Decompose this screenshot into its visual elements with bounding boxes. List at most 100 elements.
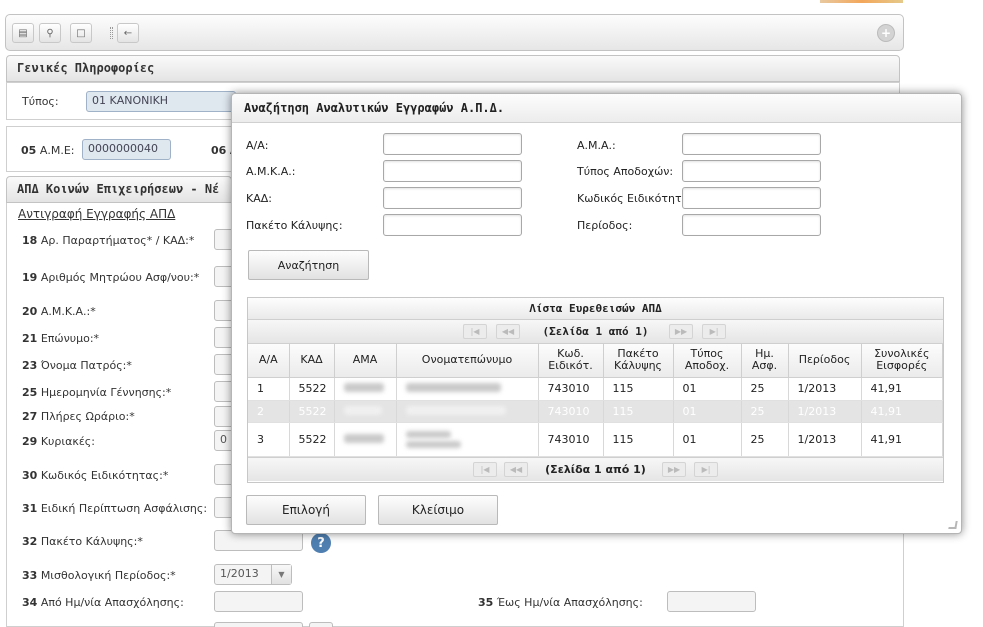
col-aa[interactable]: Α/Α — [248, 344, 290, 378]
cell-period: 1/2013 — [788, 377, 862, 401]
search-apd-records-dialog: Αναζήτηση Αναλυτικών Εγγραφών Α.Π.Δ. Α/Α… — [231, 93, 962, 534]
cell-ama — [334, 377, 397, 401]
specialty-code-label: Κωδικός Ειδικότητας: — [577, 192, 700, 205]
field-33-label: 33 Μισθολογική Περίοδος:* — [22, 569, 176, 582]
redacted-name — [405, 383, 501, 392]
col-period[interactable]: Περίοδος — [788, 344, 862, 378]
col-specialty-code[interactable]: Κωδ. Ειδικότ. — [538, 344, 604, 378]
cell-ama — [334, 422, 397, 457]
cell-aa: 3 — [248, 422, 290, 457]
field-32-label: 32 Πακέτο Κάλυψης:* — [22, 535, 143, 548]
next-page-icon[interactable]: ▶▶ — [669, 324, 693, 339]
cell-package: 115 — [603, 422, 674, 457]
ama-input[interactable] — [682, 133, 821, 155]
cell-specialty-code: 743010 — [538, 400, 604, 423]
search-icon[interactable]: ⚲ — [39, 23, 61, 43]
field-30-label: 30 Κωδικός Ειδικότητας:* — [22, 469, 169, 482]
cell-kad: 5522 — [289, 400, 335, 423]
last-page-icon[interactable]: ▶| — [694, 461, 718, 477]
col-ama[interactable]: ΑΜΑ — [334, 344, 397, 378]
search-button[interactable]: Αναζήτηση — [248, 250, 369, 280]
chevron-down-icon[interactable]: ▼ — [271, 565, 291, 584]
kad-input[interactable] — [383, 187, 522, 209]
redacted-name-line2 — [405, 440, 461, 448]
field-35-input[interactable] — [667, 591, 756, 612]
new-document-icon[interactable]: □ — [70, 23, 92, 43]
dialog-title: Αναζήτηση Αναλυτικών Εγγραφών Α.Π.Δ. — [232, 94, 961, 123]
col-fullname[interactable]: Ονοματεπώνυμο — [396, 344, 539, 378]
kad-label: ΚΑΔ: — [246, 192, 272, 205]
table-row[interactable]: 1 5522 743010 115 01 25 1/2013 41,91 — [248, 377, 943, 401]
field-19-label: 19 Αριθμός Μητρώου Ασφ/νου:* — [22, 271, 200, 284]
specialty-code-input[interactable] — [682, 187, 821, 209]
help-icon[interactable]: ? — [311, 533, 331, 553]
redacted-ama — [343, 433, 384, 443]
cell-insured-days: 25 — [741, 377, 789, 401]
package-label: Πακέτο Κάλυψης: — [246, 219, 343, 232]
amka-input[interactable] — [383, 160, 522, 182]
cell-earnings-type: 01 — [673, 377, 742, 401]
copy-record-link[interactable]: Αντιγραφή Εγγραφής ΑΠΔ — [18, 207, 175, 221]
cell-earnings-type: 01 — [673, 400, 742, 423]
cell-aa: 2 — [248, 400, 290, 423]
select-button[interactable]: Επιλογή — [246, 495, 366, 525]
toolbar-separator — [110, 27, 113, 39]
next-field-input[interactable] — [214, 622, 303, 627]
section-general-header: Γενικές Πληροφορίες — [6, 55, 900, 82]
field-21-label: 21 Επώνυμο:* — [22, 332, 100, 345]
redacted-name-line1 — [405, 430, 451, 438]
field-34-input[interactable] — [214, 591, 303, 612]
ame-panel: 05 Α.Μ.Ε: 0000000040 06 Α — [6, 126, 237, 172]
grid-top-pager: |◀ ◀◀ (Σελίδα 1 από 1) ▶▶ ▶| — [248, 320, 943, 344]
col-kad[interactable]: ΚΑΔ — [289, 344, 335, 378]
field-31-label: 31 Ειδική Περίπτωση Ασφάλισης: — [22, 502, 208, 515]
cell-fullname — [396, 377, 539, 401]
redacted-name — [405, 405, 506, 415]
col-earnings-type[interactable]: Τύπος Αποδοχ. — [673, 344, 742, 378]
table-row[interactable]: 3 5522 743010 115 01 25 1/2013 41,91 — [248, 422, 943, 457]
add-circle-icon[interactable]: + — [877, 24, 895, 42]
close-button[interactable]: Κλείσιμο — [378, 495, 498, 525]
amka-label: Α.Μ.Κ.Α.: — [246, 165, 296, 178]
field-18-label: 18 Αρ. Παραρτήματος* / ΚΑΔ:* — [22, 234, 195, 247]
period-input[interactable] — [682, 214, 821, 236]
col-package[interactable]: Πακέτο Κάλυψης — [603, 344, 674, 378]
cell-ama — [334, 400, 397, 423]
package-input[interactable] — [383, 214, 522, 236]
ame-field[interactable]: 0000000040 — [82, 139, 171, 160]
cell-insured-days: 25 — [741, 422, 789, 457]
next-page-icon[interactable]: ▶▶ — [662, 461, 686, 477]
resize-handle-icon[interactable] — [948, 521, 958, 529]
redacted-ama — [343, 383, 384, 392]
cell-package: 115 — [603, 377, 674, 401]
cell-earnings-type: 01 — [673, 422, 742, 457]
table-row[interactable]: 2 5522 743010 115 01 25 1/2013 41,91 — [248, 400, 943, 423]
col-insured-days[interactable]: Ημ. Ασφ. — [741, 344, 789, 378]
earnings-type-label: Τύπος Αποδοχών: — [577, 165, 674, 178]
field-27-label: 27 Πλήρες Ωράριο:* — [22, 410, 135, 423]
cell-total-contributions: 41,91 — [861, 400, 943, 423]
type-field[interactable]: 01 ΚΑΝΟΝΙΚΗ — [86, 91, 236, 112]
cell-fullname — [396, 400, 539, 423]
cell-kad: 5522 — [289, 377, 335, 401]
back-arrow-icon[interactable]: ← — [117, 23, 139, 43]
cell-kad: 5522 — [289, 422, 335, 457]
cell-period: 1/2013 — [788, 400, 862, 423]
cell-total-contributions: 41,91 — [861, 422, 943, 457]
period-label: Περίοδος: — [577, 219, 633, 232]
field-34-label: 34 Από Ημ/νία Απασχόλησης: — [22, 596, 184, 609]
cell-total-contributions: 41,91 — [861, 377, 943, 401]
col-total-contributions[interactable]: Συνολικές Εισφορές — [861, 344, 943, 378]
earnings-type-input[interactable] — [682, 160, 821, 182]
field-29-label: 29 Κυριακές: — [22, 435, 95, 448]
field-23-label: 23 Όνομα Πατρός:* — [22, 359, 132, 372]
cell-aa: 1 — [248, 377, 290, 401]
save-icon[interactable]: ▤ — [12, 23, 34, 43]
field-35-label: 35 Έως Ημ/νία Απασχόλησης: — [478, 596, 643, 609]
grid-caption: Λίστα Ευρεθεισών ΑΠΔ — [248, 298, 943, 320]
results-table: Α/Α ΚΑΔ ΑΜΑ Ονοματεπώνυμο Κωδ. Ειδικότ. … — [248, 344, 943, 457]
last-page-icon[interactable]: ▶| — [702, 324, 726, 339]
next-field-button[interactable] — [309, 622, 333, 627]
field-20-label: 20 Α.Μ.Κ.Α.:* — [22, 305, 96, 318]
aa-input[interactable] — [383, 133, 522, 155]
